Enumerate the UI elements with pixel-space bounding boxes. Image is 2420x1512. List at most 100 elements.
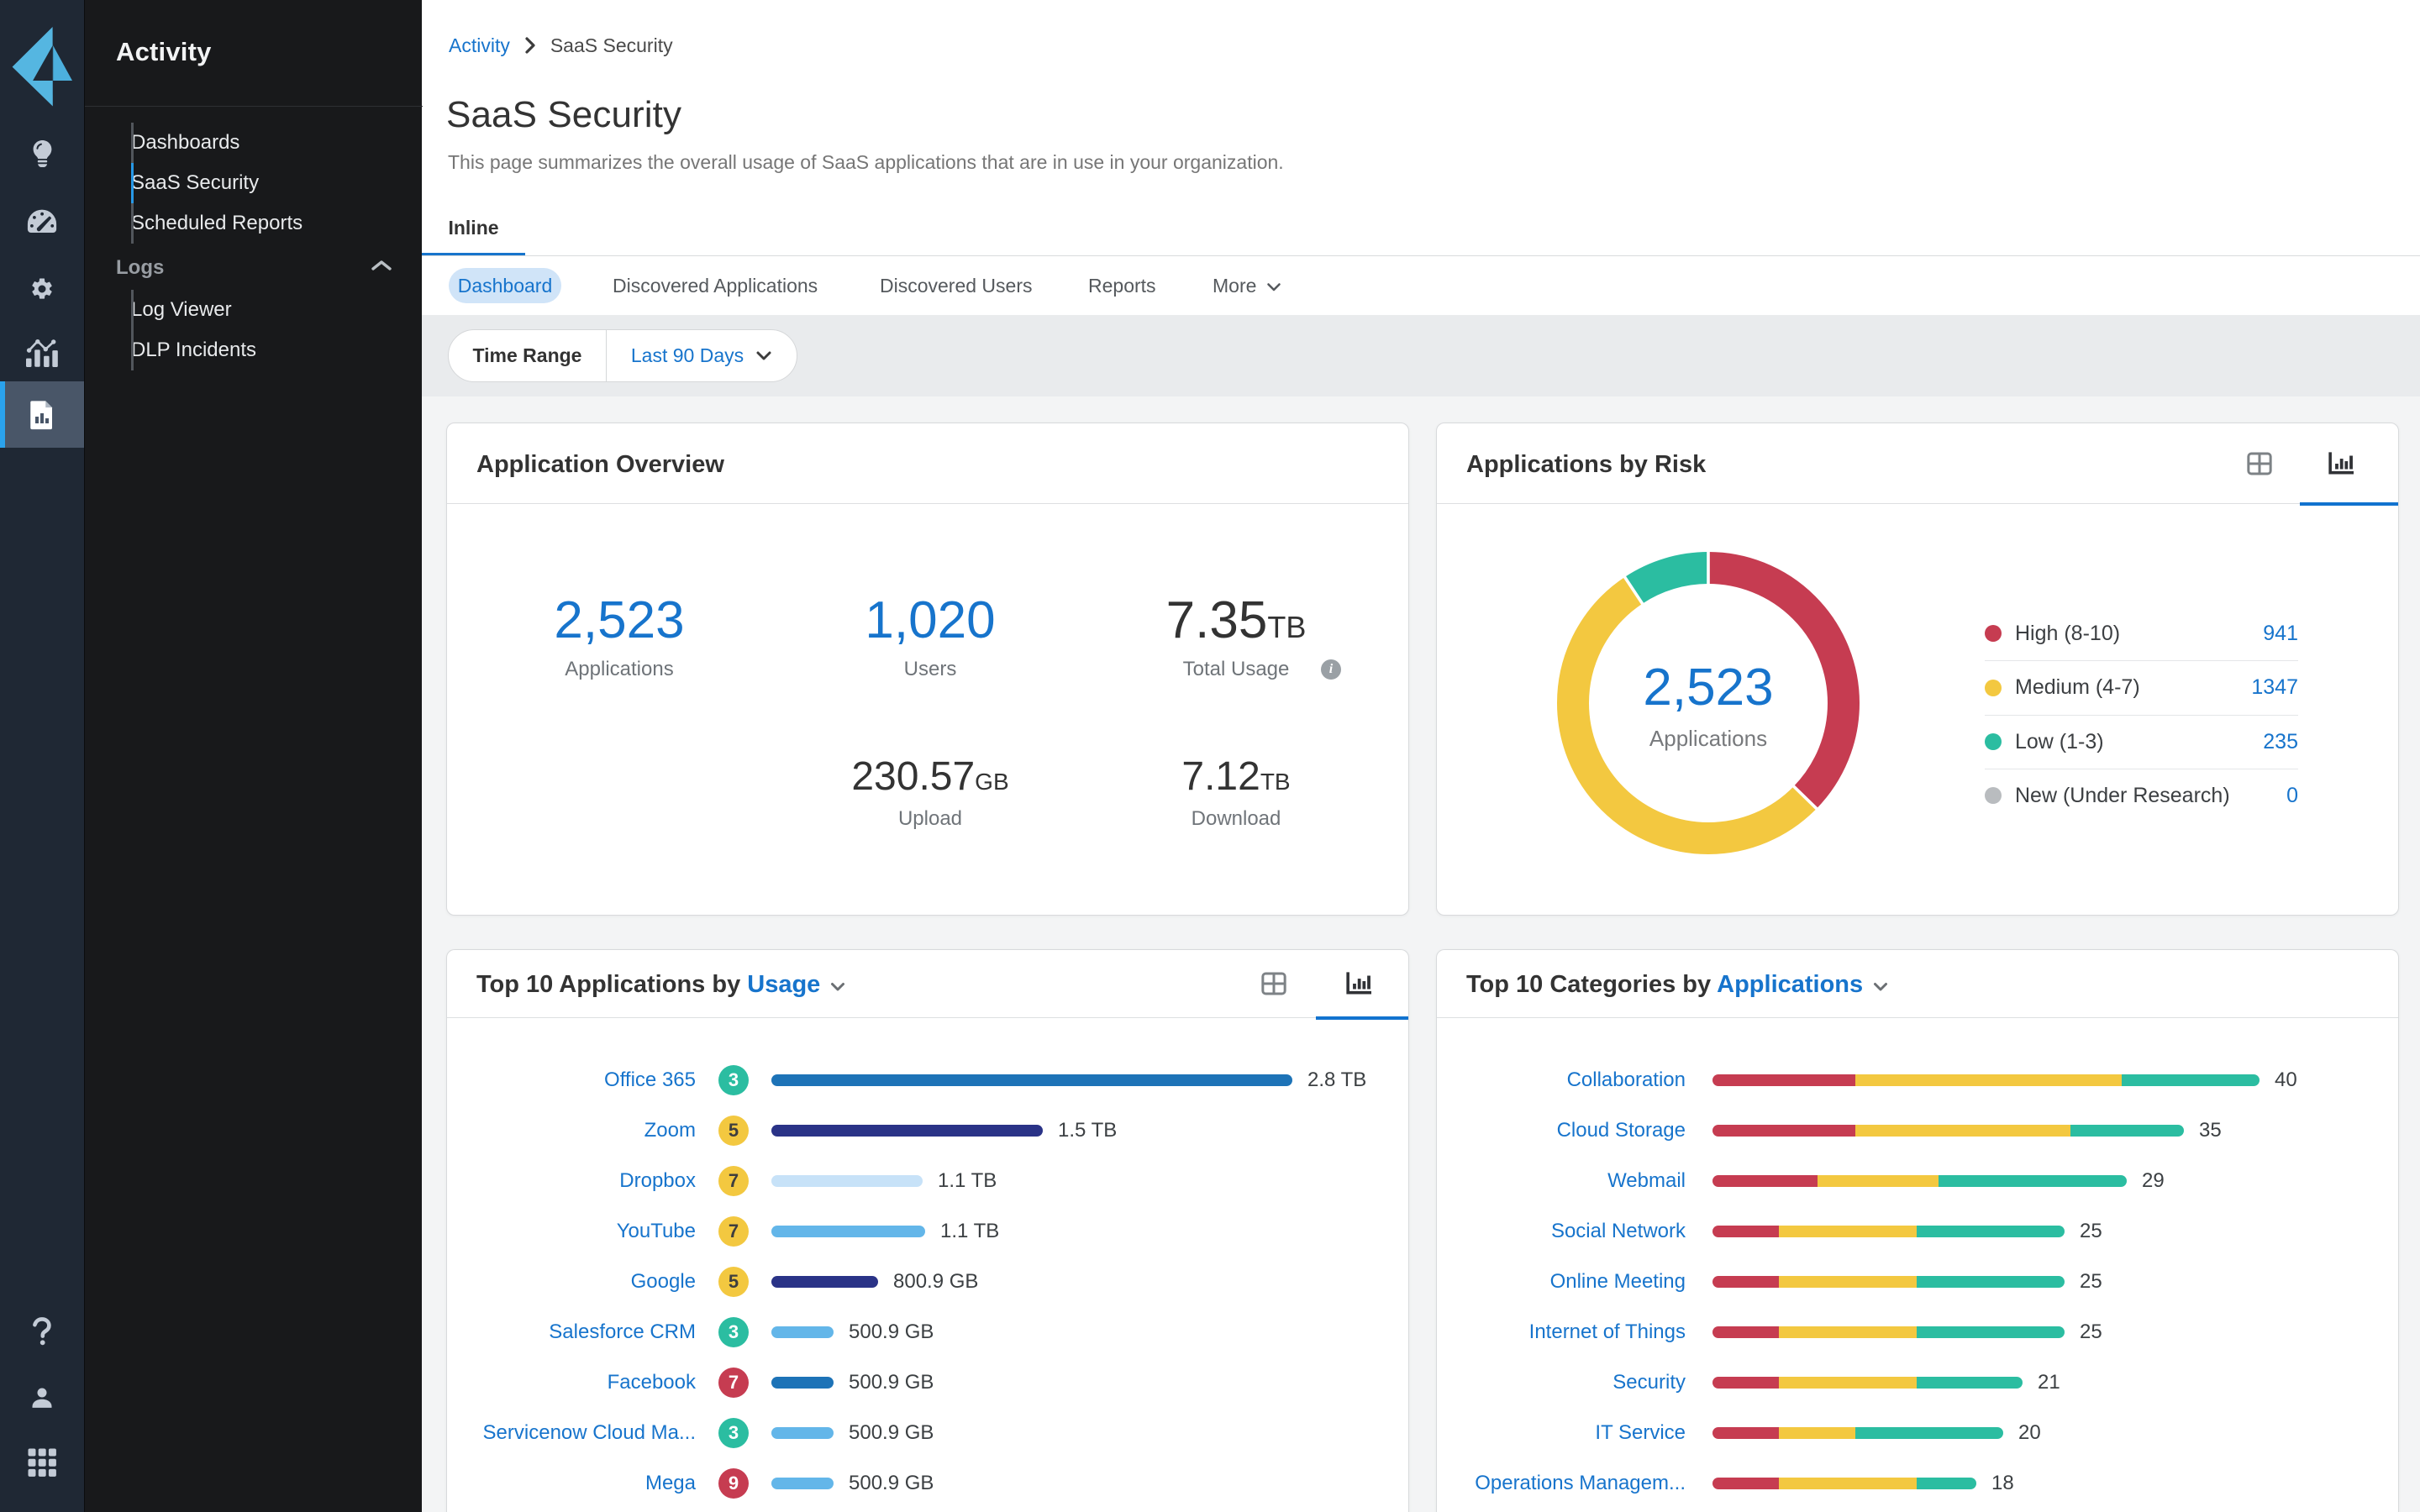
risk-badge: 5: [718, 1267, 749, 1297]
segment-medium: [1779, 1377, 1917, 1389]
segment-high: [1712, 1125, 1855, 1137]
app-link[interactable]: Salesforce CRM: [447, 1320, 696, 1344]
category-link[interactable]: Internet of Things: [1437, 1320, 1686, 1344]
risk-total-label: Applications: [1540, 726, 1876, 752]
subtab-discovered-applications[interactable]: Discovered Applications: [613, 268, 818, 303]
app-link[interactable]: Zoom: [447, 1119, 696, 1142]
category-bar[interactable]: [1712, 1377, 2023, 1389]
usage-bar[interactable]: [771, 1125, 1043, 1137]
app-link[interactable]: Dropbox: [447, 1169, 696, 1193]
sidebar-item-dashboards[interactable]: Dashboards: [113, 123, 398, 163]
info-icon[interactable]: i: [1321, 659, 1341, 680]
category-value: 25: [2080, 1320, 2102, 1344]
category-value: 25: [2080, 1220, 2102, 1243]
rail-user-icon[interactable]: [0, 1373, 84, 1423]
chevron-down-icon[interactable]: [1873, 971, 1888, 999]
breadcrumb-activity-link[interactable]: Activity: [449, 34, 510, 57]
usage-bar[interactable]: [771, 1427, 834, 1439]
rail-lightbulb-icon[interactable]: [0, 129, 84, 179]
segment-low: [1917, 1326, 2065, 1338]
segment-medium: [1779, 1478, 1917, 1489]
sidebar-item-saas-security[interactable]: SaaS Security: [113, 163, 398, 203]
app-link[interactable]: Google: [447, 1270, 696, 1294]
category-bar[interactable]: [1712, 1175, 2127, 1187]
sidebar-item-dlp-incidents[interactable]: DLP Incidents: [113, 330, 398, 370]
category-bar[interactable]: [1712, 1226, 2065, 1237]
sidebar-item-log-viewer[interactable]: Log Viewer: [113, 290, 398, 330]
usage-value: 500.9 GB: [849, 1320, 934, 1344]
segment-medium: [1779, 1427, 1855, 1439]
rail-help-icon[interactable]: [0, 1306, 84, 1357]
category-link[interactable]: Webmail: [1437, 1169, 1686, 1193]
usage-dropdown[interactable]: Usage: [747, 971, 820, 998]
chevron-up-icon[interactable]: [371, 259, 392, 276]
chart-view-active-underline: [1316, 1016, 1408, 1020]
segment-medium: [1855, 1125, 2070, 1137]
category-bar[interactable]: [1712, 1326, 2065, 1338]
legend-label: High (8-10): [2015, 622, 2120, 646]
usage-value: 1.1 TB: [938, 1169, 997, 1193]
legend-value[interactable]: 941: [2263, 622, 2298, 646]
legend-value[interactable]: 1347: [2251, 675, 2298, 700]
category-link[interactable]: Collaboration: [1437, 1068, 1686, 1092]
segment-high: [1712, 1478, 1779, 1489]
rail-app-grid-icon[interactable]: [0, 1437, 84, 1488]
main-content: Activity SaaS Security SaaS Security Thi…: [422, 0, 2420, 1512]
usage-bar[interactable]: [771, 1276, 878, 1288]
subtab-reports[interactable]: Reports: [1088, 268, 1156, 303]
brand-logo[interactable]: [12, 25, 72, 107]
legend-value[interactable]: 235: [2263, 730, 2298, 754]
table-view-icon[interactable]: [2219, 452, 2300, 475]
rail-gear-icon[interactable]: [0, 264, 84, 314]
chart-view-icon[interactable]: [2300, 451, 2381, 476]
tab-inline[interactable]: Inline: [422, 217, 525, 253]
rail-monitor-chart-icon[interactable]: [0, 328, 84, 378]
category-bar[interactable]: [1712, 1427, 2003, 1439]
category-link[interactable]: Operations Managem...: [1437, 1472, 1686, 1495]
time-range-value-dropdown[interactable]: Last 90 Days: [607, 330, 797, 381]
applications-dropdown[interactable]: Applications: [1717, 971, 1863, 998]
app-link[interactable]: Servicenow Cloud Ma...: [447, 1421, 696, 1445]
category-link[interactable]: Online Meeting: [1437, 1270, 1686, 1294]
subtab-discovered-users[interactable]: Discovered Users: [880, 268, 1033, 303]
usage-bar[interactable]: [771, 1226, 925, 1237]
time-range-label: Time Range: [449, 330, 607, 381]
breadcrumb: Activity SaaS Security: [449, 34, 673, 57]
chevron-down-icon[interactable]: [830, 971, 845, 999]
risk-badge: 3: [718, 1317, 749, 1347]
app-link[interactable]: Office 365: [447, 1068, 696, 1092]
usage-bar[interactable]: [771, 1175, 923, 1187]
usage-bar[interactable]: [771, 1478, 834, 1489]
app-link[interactable]: YouTube: [447, 1220, 696, 1243]
usage-value: 800.9 GB: [893, 1270, 978, 1294]
app-link[interactable]: Facebook: [447, 1371, 696, 1394]
category-bar[interactable]: [1712, 1074, 2260, 1086]
category-link[interactable]: Security: [1437, 1371, 1686, 1394]
legend-label: Low (1-3): [2015, 730, 2104, 754]
category-bar[interactable]: [1712, 1276, 2065, 1288]
card-applications-by-risk: Applications by Risk 2,523 Applications …: [1436, 423, 2399, 916]
usage-bar[interactable]: [771, 1074, 1292, 1086]
subtab-more[interactable]: More: [1213, 268, 1281, 303]
category-link[interactable]: Social Network: [1437, 1220, 1686, 1243]
rail-reports-doc-icon[interactable]: [0, 381, 84, 448]
icon-rail: [0, 0, 84, 1512]
category-link[interactable]: Cloud Storage: [1437, 1119, 1686, 1142]
sidebar-item-scheduled-reports[interactable]: Scheduled Reports: [113, 203, 398, 244]
usage-bar[interactable]: [771, 1326, 834, 1338]
usage-bar[interactable]: [771, 1377, 834, 1389]
sidebar-section-logs[interactable]: Logs: [116, 255, 393, 281]
chart-view-icon[interactable]: [1318, 971, 1398, 996]
category-link[interactable]: IT Service: [1437, 1421, 1686, 1445]
stat-upload: 230.57GB Upload: [851, 753, 1008, 831]
category-bar[interactable]: [1712, 1478, 1976, 1489]
category-bar[interactable]: [1712, 1125, 2184, 1137]
app-link[interactable]: Mega: [447, 1472, 696, 1495]
stat-total-usage: 7.35TB Total Usage: [1166, 591, 1307, 681]
subtab-dashboard[interactable]: Dashboard: [449, 268, 561, 303]
rail-dashboard-gauge-icon[interactable]: [0, 196, 84, 246]
card-title: Applications by Risk: [1466, 451, 1706, 479]
legend-value[interactable]: 0: [2286, 784, 2298, 808]
card-top-applications: Top 10 Applications by Usage Office 365 …: [446, 949, 1409, 1512]
table-view-icon[interactable]: [1234, 972, 1314, 995]
